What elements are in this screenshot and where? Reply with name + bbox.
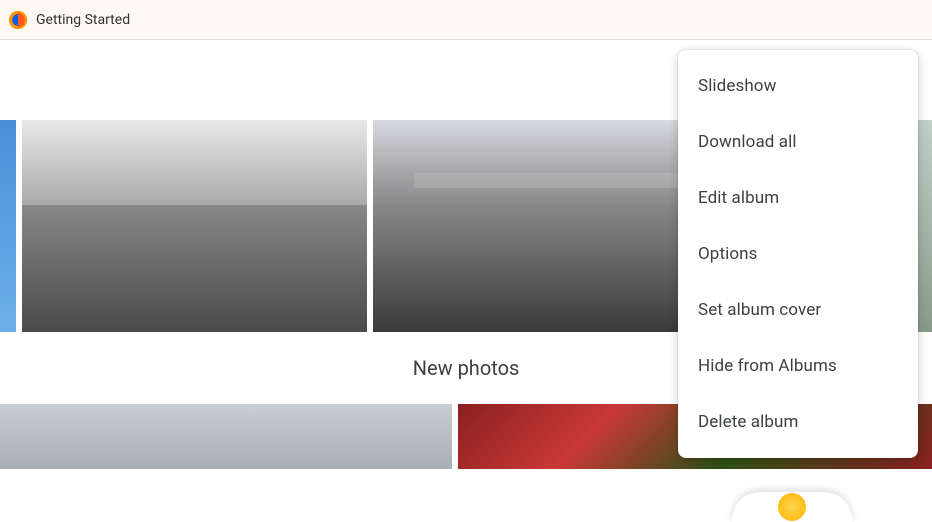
browser-tab-bar: Getting Started bbox=[0, 0, 932, 40]
photo-thumbnail[interactable] bbox=[0, 120, 16, 332]
browser-tab-title[interactable]: Getting Started bbox=[36, 12, 130, 28]
menu-item-options[interactable]: Options bbox=[678, 226, 918, 282]
menu-item-hide-from-albums[interactable]: Hide from Albums bbox=[678, 338, 918, 394]
floating-action-button[interactable] bbox=[732, 492, 852, 522]
menu-item-set-album-cover[interactable]: Set album cover bbox=[678, 282, 918, 338]
photo-thumbnail[interactable] bbox=[0, 404, 452, 469]
section-title: New photos bbox=[413, 356, 520, 380]
firefox-icon bbox=[8, 10, 28, 30]
menu-item-download-all[interactable]: Download all bbox=[678, 114, 918, 170]
menu-item-slideshow[interactable]: Slideshow bbox=[678, 58, 918, 114]
album-context-menu: Slideshow Download all Edit album Option… bbox=[678, 50, 918, 458]
menu-item-delete-album[interactable]: Delete album bbox=[678, 394, 918, 450]
menu-item-edit-album[interactable]: Edit album bbox=[678, 170, 918, 226]
photo-thumbnail[interactable] bbox=[22, 120, 367, 332]
